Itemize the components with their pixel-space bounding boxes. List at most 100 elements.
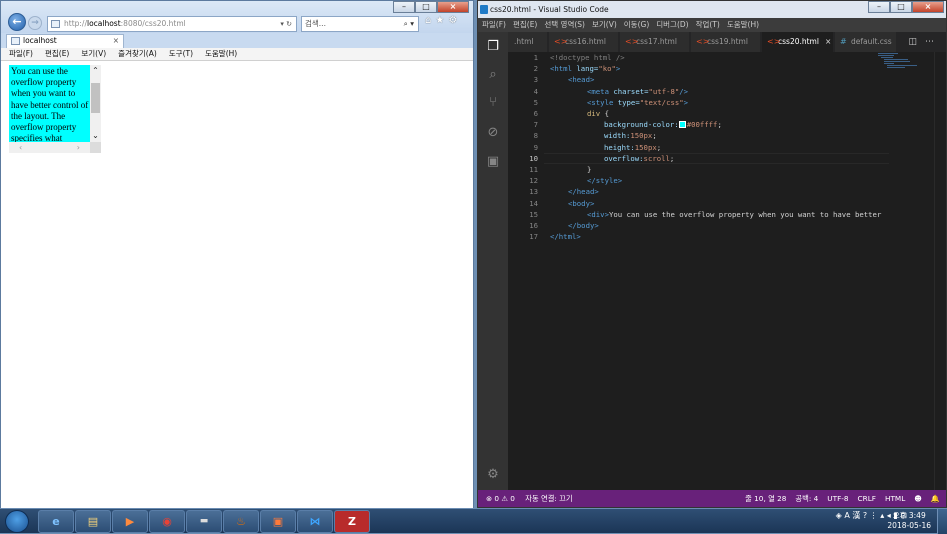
vscode-menu-bar: 파일(F) 편집(E) 선택 영역(S) 보기(V) 이동(G) 디버그(D) … (478, 18, 946, 32)
extensions-icon[interactable]: ▣ (484, 153, 502, 171)
menu-tools[interactable]: 도구(T) (169, 48, 193, 60)
menu-debug[interactable]: 디버그(D) (656, 18, 688, 32)
home-icon[interactable]: ⌂ (425, 15, 435, 26)
attr-token: charset= (608, 86, 649, 96)
show-desktop-button[interactable] (937, 509, 947, 534)
ie-page-content: You can use the overflow property when y… (1, 61, 473, 508)
problems-indicator[interactable]: ⊗ 0 ⚠ 0 (486, 494, 515, 503)
feedback-smiley-icon[interactable]: ☻ (914, 490, 922, 507)
horizontal-scrollbar[interactable]: ‹ › (9, 142, 90, 153)
notifications-bell-icon[interactable]: 🔔 (931, 490, 940, 507)
debug-icon[interactable]: ⊘ (484, 124, 502, 142)
forward-button[interactable]: → (28, 16, 42, 30)
menu-edit[interactable]: 편집(E) (513, 18, 537, 32)
files-icon[interactable]: ❐ (484, 38, 502, 56)
vertical-scrollbar[interactable]: ⌃ ⌄ (90, 65, 101, 142)
menu-help[interactable]: 도움말(H) (727, 18, 759, 32)
scroll-down-icon[interactable]: ⌄ (90, 131, 101, 141)
code-editor[interactable]: 1 2 3 4 5 6 7 8 9 10 11 12 13 14 15 16 1… (508, 52, 946, 490)
search-icon[interactable]: ⌕ (484, 66, 502, 84)
menu-file[interactable]: 파일(F) (9, 48, 33, 60)
maximize-button[interactable]: □ (890, 1, 912, 13)
vscode-logo-icon (480, 5, 488, 14)
tools-gear-icon[interactable]: ⚙ (448, 15, 461, 26)
overflow-demo-box[interactable]: You can use the overflow property when y… (9, 65, 101, 153)
language-mode[interactable]: HTML (885, 490, 905, 507)
settings-gear-icon[interactable]: ⚙ (484, 466, 502, 484)
filezilla-icon[interactable]: Z (334, 510, 370, 533)
more-actions-icon[interactable]: ⋯ (925, 37, 942, 47)
minimap[interactable] (878, 52, 918, 78)
source-control-icon[interactable]: ⑂ (484, 94, 502, 112)
autoconnect-status[interactable]: 자동 연결: 끄기 (525, 494, 572, 503)
editor-tab-html[interactable]: .html (508, 32, 548, 52)
html-file-icon: <> (696, 37, 710, 46)
maximize-button[interactable]: □ (415, 1, 437, 13)
scroll-right-icon[interactable]: › (77, 142, 80, 153)
tab-close-icon[interactable]: × (825, 37, 831, 46)
search-box[interactable]: 검색... ⌕ ▾ (301, 16, 419, 32)
close-button[interactable]: × (437, 1, 469, 13)
line-number: 12 (529, 176, 538, 186)
editor-tab-css19[interactable]: <> css19.html (691, 32, 761, 52)
brace-token: } (587, 165, 592, 174)
ie-tab-localhost[interactable]: localhost × (6, 34, 124, 48)
editor-app-icon[interactable]: ▣ (260, 510, 296, 533)
code-line: width:150px; (604, 130, 657, 141)
ie-menu-bar: 파일(F) 편집(E) 보기(V) 즐겨찾기(A) 도구(T) 도움말(H) (1, 48, 473, 61)
value-token: 150px (634, 142, 657, 152)
address-controls[interactable]: ▾ ↻ (280, 17, 292, 31)
menu-view[interactable]: 보기(V) (592, 18, 617, 32)
start-button[interactable] (5, 510, 29, 533)
menu-file[interactable]: 파일(F) (482, 18, 506, 32)
cursor-position[interactable]: 줄 10, 열 28 (745, 490, 786, 507)
close-button[interactable]: × (912, 1, 944, 13)
vscode-icon[interactable]: ⋈ (297, 510, 333, 533)
menu-edit[interactable]: 편집(E) (45, 48, 69, 60)
menu-view[interactable]: 보기(V) (81, 48, 106, 60)
code-line: <body> (568, 198, 594, 209)
editor-tab-css16[interactable]: <> css16.html (549, 32, 619, 52)
tab-label: .html (514, 37, 534, 46)
scrollbar-corner (90, 142, 101, 153)
code-line: background-color: #00ffff; (604, 119, 722, 130)
menu-go[interactable]: 이동(G) (624, 18, 649, 32)
command-prompt-icon[interactable]: ▬ (186, 510, 222, 533)
editor-tab-css20[interactable]: <> css20.html × (762, 32, 834, 52)
tag-token: </head> (568, 187, 599, 197)
minimize-button[interactable]: – (393, 1, 415, 13)
java-icon[interactable]: ♨ (223, 510, 259, 533)
color-swatch-icon[interactable] (678, 121, 686, 129)
scroll-thumb[interactable] (91, 83, 100, 113)
tab-close-icon[interactable]: × (113, 35, 119, 47)
line-ending[interactable]: CRLF (858, 490, 876, 507)
line-number: 9 (533, 142, 538, 152)
tab-title: localhost (23, 36, 57, 45)
indentation[interactable]: 공백: 4 (795, 490, 818, 507)
system-clock[interactable]: 오후 3:49 2018-05-16 (887, 511, 931, 531)
chrome-icon[interactable]: ◉ (149, 510, 185, 533)
editor-scrollbar[interactable] (934, 52, 946, 490)
editor-tab-css17[interactable]: <> css17.html (620, 32, 690, 52)
menu-help[interactable]: 도움말(H) (205, 48, 237, 60)
menu-tasks[interactable]: 작업(T) (696, 18, 720, 32)
address-bar[interactable]: http://localhost:8080/css20.html ▾ ↻ (47, 16, 297, 32)
favorites-star-icon[interactable]: ★ (435, 15, 448, 26)
file-explorer-icon[interactable]: ▤ (75, 510, 111, 533)
menu-favorites[interactable]: 즐겨찾기(A) (118, 48, 157, 60)
page-icon (51, 20, 60, 28)
editor-tab-default-css[interactable]: # default.css (835, 32, 897, 52)
split-editor-icon[interactable]: ◫ (908, 37, 925, 47)
media-player-icon[interactable]: ▶ (112, 510, 148, 533)
back-button[interactable]: ← (8, 13, 26, 31)
scroll-up-icon[interactable]: ⌃ (90, 66, 101, 76)
menu-selection[interactable]: 선택 영역(S) (544, 18, 585, 32)
internet-explorer-icon[interactable]: e (38, 510, 74, 533)
search-icon[interactable]: ⌕ ▾ (404, 17, 414, 31)
minimize-button[interactable]: – (868, 1, 890, 13)
scroll-left-icon[interactable]: ‹ (19, 142, 22, 153)
address-host: localhost (86, 19, 121, 28)
string-token: "utf-8" (648, 86, 680, 96)
favicon-icon (11, 37, 20, 45)
encoding[interactable]: UTF-8 (827, 490, 848, 507)
